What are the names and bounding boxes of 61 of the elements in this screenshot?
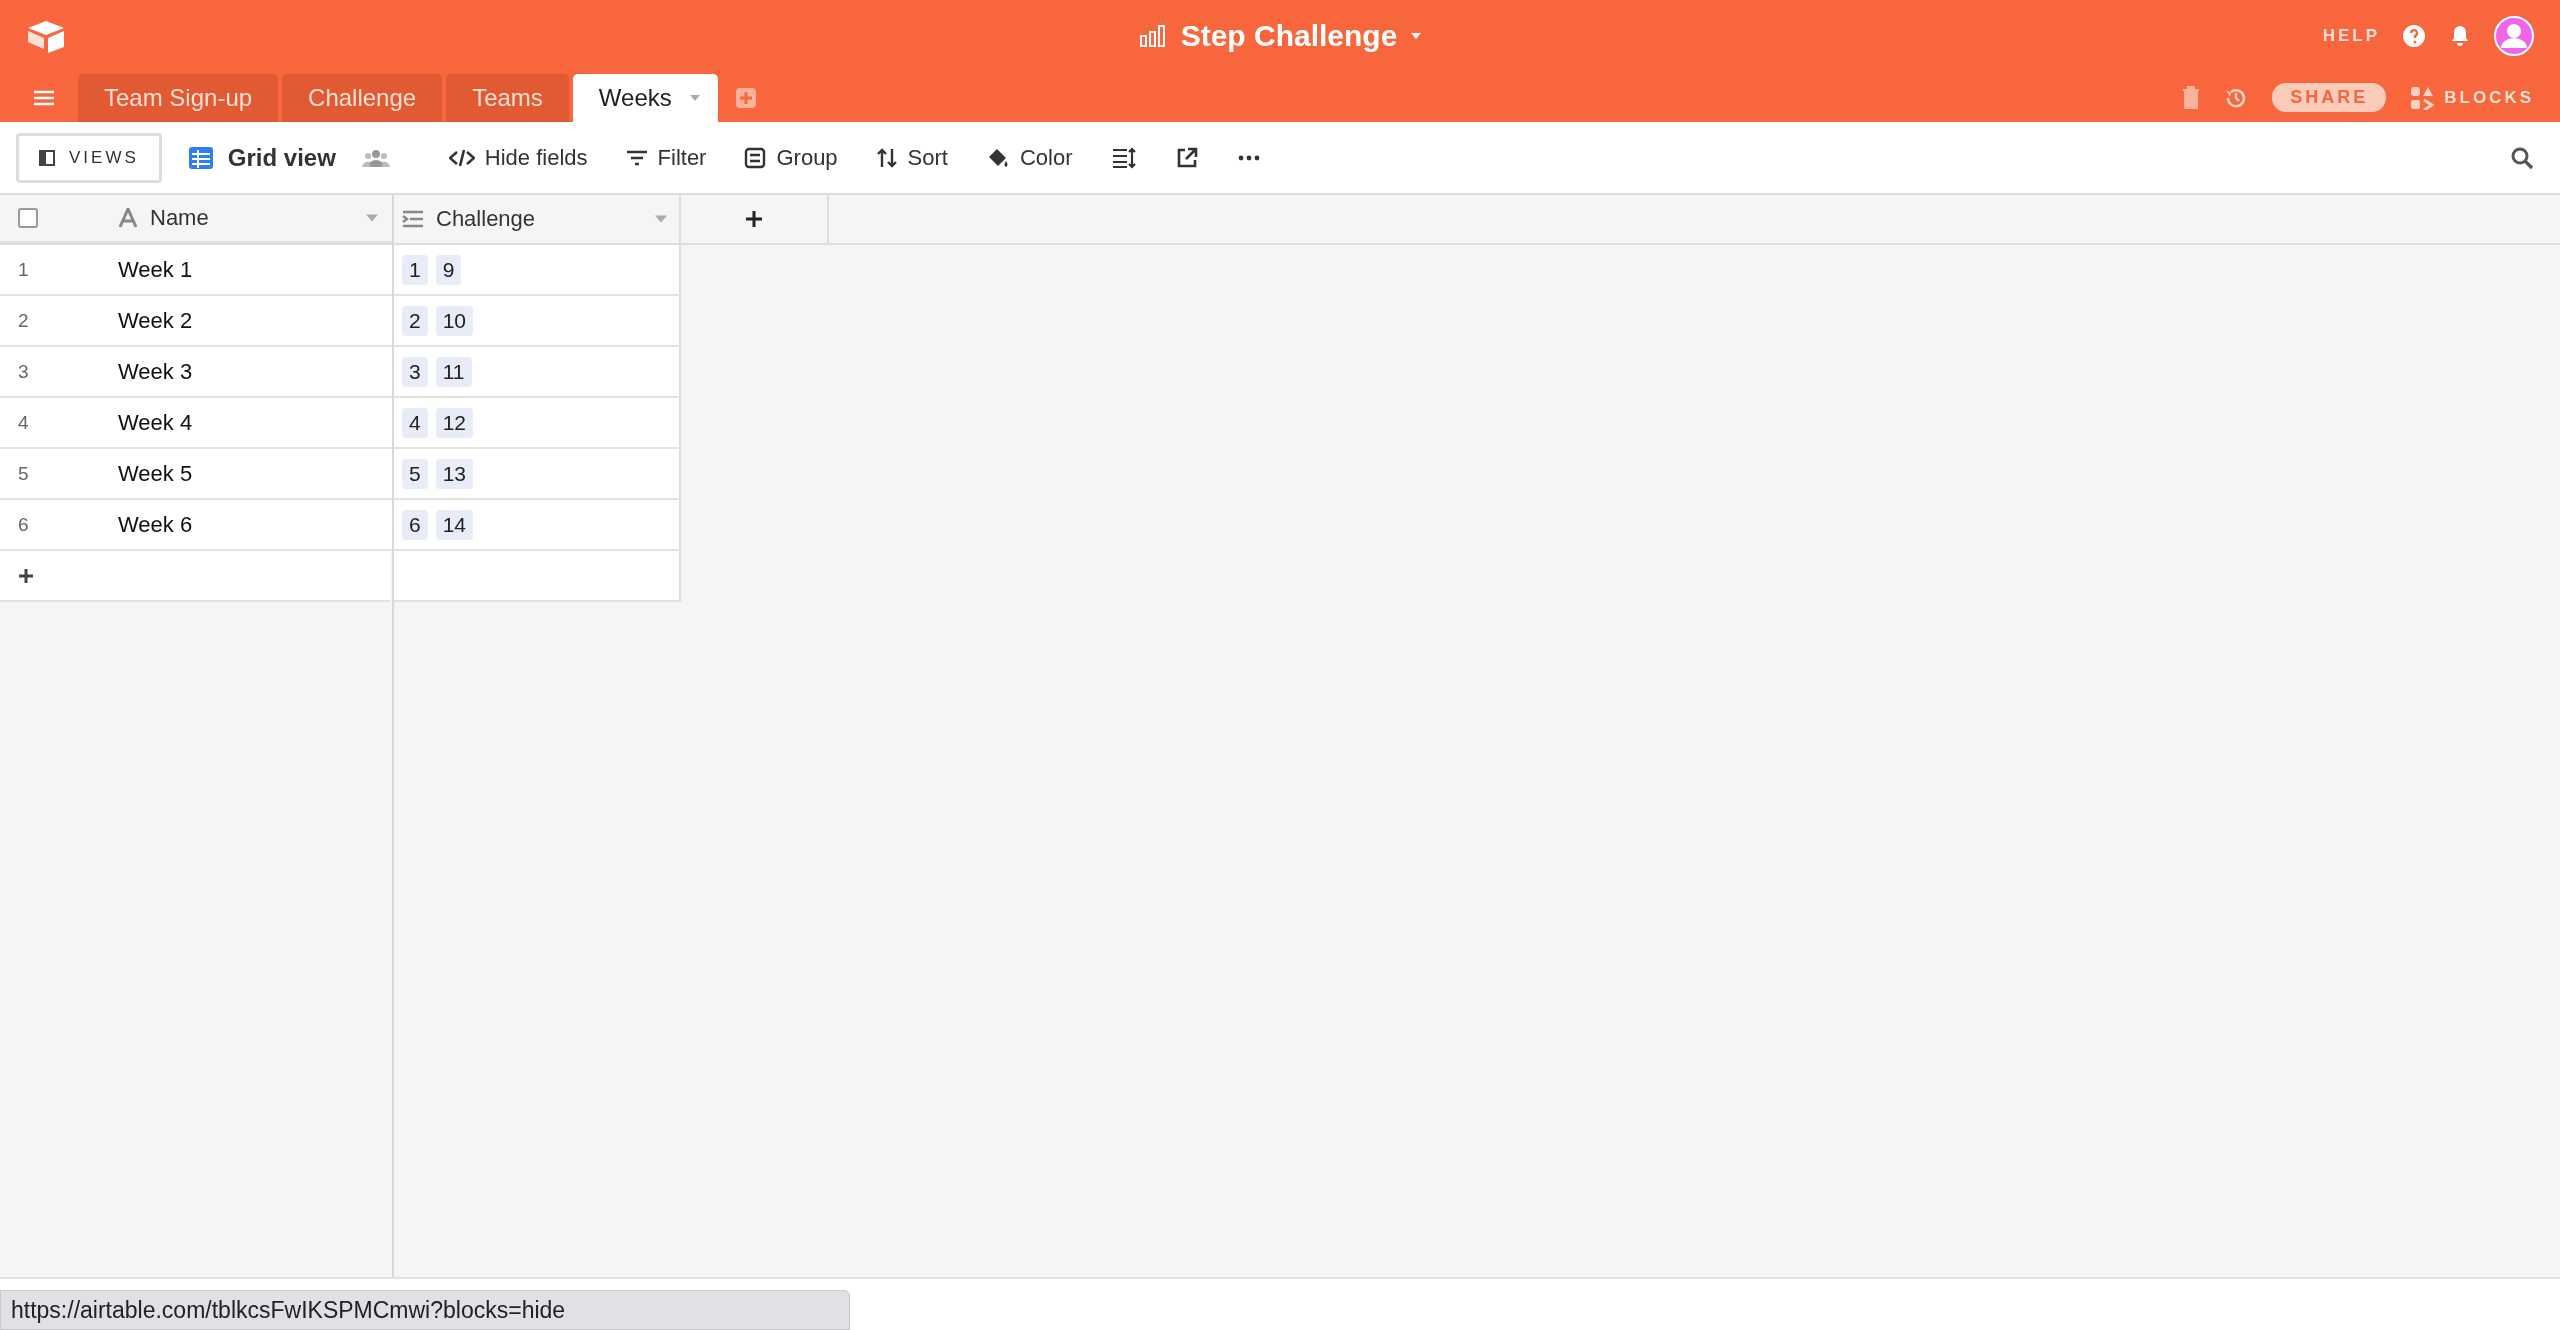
- toolbar-button[interactable]: Group: [725, 144, 857, 171]
- linked-record-chip[interactable]: 9: [435, 254, 462, 285]
- logo-icon[interactable]: [26, 19, 66, 53]
- caret-icon[interactable]: [689, 95, 700, 101]
- linked-record-chip[interactable]: 1: [402, 254, 428, 285]
- row-number: 5: [18, 462, 29, 485]
- linked-record-chip[interactable]: 14: [435, 509, 474, 540]
- row-number: 1: [18, 258, 29, 281]
- more-icon[interactable]: [1237, 154, 1260, 161]
- caret-icon[interactable]: [1411, 33, 1422, 39]
- table-cell: Week 4: [118, 409, 193, 436]
- linked-field-icon: [402, 209, 424, 229]
- add-table-icon[interactable]: [735, 88, 756, 108]
- chart-icon: [1138, 24, 1167, 48]
- linked-record-chip[interactable]: 12: [435, 407, 474, 438]
- view-switcher[interactable]: Grid view: [187, 143, 336, 172]
- table-cell: Week 6: [118, 511, 193, 538]
- toolbar-button[interactable]: Sort: [856, 144, 967, 171]
- table-cell: Week 1: [118, 256, 193, 283]
- row-height-icon[interactable]: [1111, 146, 1136, 169]
- linked-record-chip[interactable]: 4: [402, 407, 428, 438]
- table-tab[interactable]: Weeks: [572, 74, 718, 122]
- caret-icon[interactable]: [655, 215, 667, 223]
- views-button[interactable]: VIEWS: [16, 132, 162, 183]
- row-number: 6: [18, 513, 29, 536]
- linked-record-chip[interactable]: 13: [435, 458, 474, 489]
- blocks-icon: [2410, 85, 2435, 110]
- code-slash-icon: [448, 147, 475, 168]
- search-icon[interactable]: [2510, 145, 2534, 170]
- trash-icon[interactable]: [2182, 85, 2201, 110]
- linked-record-chip[interactable]: 11: [435, 356, 472, 387]
- table-cell: Week 3: [118, 358, 193, 385]
- sort-arrows-icon: [875, 146, 898, 169]
- grid-icon: [187, 145, 214, 170]
- select-all-checkbox[interactable]: [18, 208, 38, 228]
- linked-record-chip[interactable]: 10: [435, 305, 474, 336]
- list-box-icon: [744, 146, 767, 169]
- linked-record-chip[interactable]: 2: [402, 305, 428, 336]
- status-url: https://airtable.com/tblkcsFwIKSPMCmwi?blocks=hide: [0, 1290, 850, 1330]
- caret-icon[interactable]: [366, 214, 378, 222]
- row-number: 4: [18, 411, 29, 434]
- people-icon[interactable]: [361, 147, 390, 168]
- toolbar-button[interactable]: Hide fields: [429, 144, 607, 171]
- table-cell: Week 5: [118, 460, 193, 487]
- sidebar-icon: [39, 149, 55, 166]
- table-cell: Week 2: [118, 307, 193, 334]
- add-row-icon[interactable]: [18, 567, 34, 584]
- toolbar-button[interactable]: Color: [966, 144, 1092, 171]
- linked-record-chip[interactable]: 5: [402, 458, 428, 489]
- filter-icon: [625, 148, 648, 167]
- add-column-icon[interactable]: [745, 210, 763, 228]
- linked-record-chip[interactable]: 6: [402, 509, 428, 540]
- linked-record-chip[interactable]: 3: [402, 356, 428, 387]
- row-number: 3: [18, 360, 29, 383]
- avatar-icon[interactable]: [2494, 16, 2534, 56]
- help-icon[interactable]: [2402, 24, 2426, 48]
- share-view-icon[interactable]: [1175, 146, 1198, 169]
- menu-icon[interactable]: [34, 90, 54, 106]
- toolbar-button[interactable]: Filter: [606, 144, 726, 171]
- text-field-icon: [118, 208, 138, 228]
- row-number: 2: [18, 309, 29, 332]
